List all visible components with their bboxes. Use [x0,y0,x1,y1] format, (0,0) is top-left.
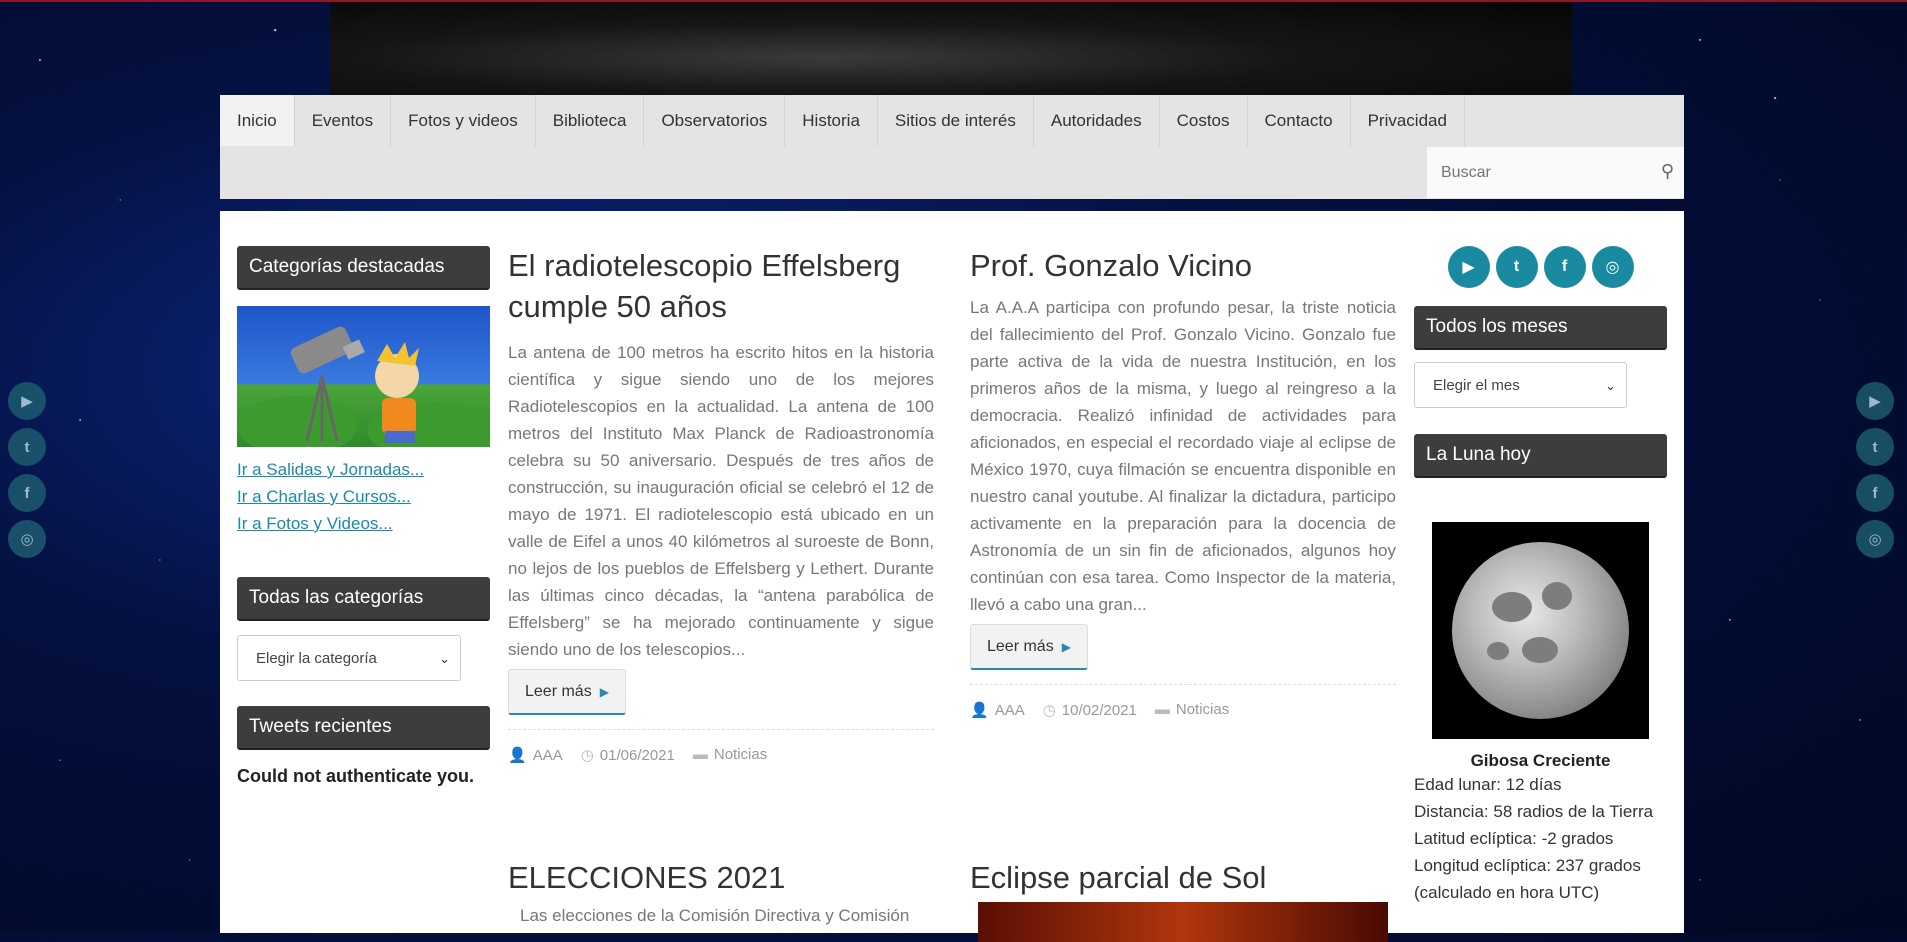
widget-title-months: Todos los meses [1414,306,1667,350]
page-wrapper: Inicio Eventos Fotos y videos Biblioteca… [220,95,1684,942]
post-meta: 👤 AAA ◷ 10/02/2021 ▬ Noticias [970,684,1396,719]
post-author[interactable]: AAA [995,702,1025,719]
instagram-icon[interactable]: ◎ [1591,246,1634,288]
link-fotos-videos[interactable]: Ir a Fotos y Videos... [237,510,490,537]
post-category[interactable]: Noticias [714,746,767,763]
floating-social-left: ▶ t f ◎ [8,382,46,558]
post-title[interactable]: Prof. Gonzalo Vicino [970,245,1396,286]
eclipse-thumbnail[interactable] [978,902,1388,942]
nav-item-biblioteca[interactable]: Biblioteca [536,95,645,146]
clock-icon: ◷ [580,747,594,764]
post-category[interactable]: Noticias [1176,701,1229,718]
post-excerpt: La A.A.A participa con profundo pesar, l… [970,298,1396,614]
read-more-button[interactable]: Leer más ▶ [970,624,1088,670]
post-article: Eclipse parcial de Sol [970,857,1396,942]
caret-right-icon: ▶ [1061,640,1071,654]
moon-latitude: Latitud eclíptica: -2 grados [1414,829,1614,848]
caret-right-icon: ▶ [599,685,609,699]
category-select-value: Elegir la categoría [256,650,377,667]
month-select-value: Elegir el mes [1433,377,1520,394]
nav-item-contacto[interactable]: Contacto [1248,95,1351,146]
post-date[interactable]: 01/06/2021 [600,747,675,764]
post-excerpt: Las elecciones de la Comisión Directiva … [520,906,910,925]
folder-icon: ▬ [1154,701,1170,718]
post-title[interactable]: Eclipse parcial de Sol [970,857,1396,898]
twitter-icon[interactable]: t [1856,428,1894,466]
moon-image [1432,522,1649,739]
post-author[interactable]: AAA [533,747,563,764]
post-title[interactable]: ELECCIONES 2021 [508,857,934,898]
social-links: ▶ t f ◎ [1414,246,1667,288]
post-excerpt: La antena de 100 metros ha escrito hitos… [508,343,934,659]
category-select[interactable]: Elegir la categoría ⌄ [237,635,461,681]
twitter-icon[interactable]: t [8,428,46,466]
nav-item-fotos-videos[interactable]: Fotos y videos [391,95,536,146]
moon-longitude: Longitud eclíptica: 237 grados [1414,856,1641,875]
post-article: El radiotelescopio Effelsberg cumple 50 … [508,245,934,764]
post-article: ELECCIONES 2021 Las elecciones de la Com… [508,857,934,929]
search-input[interactable] [1439,162,1653,183]
read-more-button[interactable]: Leer más ▶ [508,669,626,715]
moon-phase-name: Gibosa Creciente [1470,751,1611,770]
facebook-icon[interactable]: f [1543,246,1586,288]
telescope-illustration [237,326,490,447]
clock-icon: ◷ [1042,702,1056,719]
moon-distance: Distancia: 58 radios de la Tierra [1414,802,1654,821]
nav-item-costos[interactable]: Costos [1160,95,1248,146]
nav-item-sitios[interactable]: Sitios de interés [878,95,1034,146]
user-icon: 👤 [508,747,527,764]
telescope-kid-image[interactable] [237,306,490,447]
post-meta: 👤 AAA ◷ 01/06/2021 ▬ Noticias [508,729,934,764]
widget-title-tweets: Tweets recientes [237,706,490,750]
moon-utc-note: (calculado en hora UTC) [1414,883,1600,902]
moon-disc [1452,542,1629,719]
main-content: Categorías destacadas Ir a Salidas y Jor… [220,211,1684,942]
user-icon: 👤 [970,702,989,719]
facebook-icon[interactable]: f [8,474,46,512]
link-charlas-cursos[interactable]: Ir a Charlas y Cursos... [237,483,490,510]
nav-item-privacidad[interactable]: Privacidad [1351,95,1465,146]
search-icon[interactable]: ⚲ [1661,161,1674,182]
nav-item-historia[interactable]: Historia [785,95,878,146]
post-title[interactable]: El radiotelescopio Effelsberg cumple 50 … [508,245,934,327]
nav-item-observatorios[interactable]: Observatorios [644,95,786,146]
youtube-icon[interactable]: ▶ [1856,382,1894,420]
youtube-icon[interactable]: ▶ [8,382,46,420]
moon-info: Edad lunar: 12 días Distancia: 58 radios… [1414,771,1667,906]
chevron-down-icon: ⌄ [439,651,450,666]
month-select[interactable]: Elegir el mes ⌄ [1414,362,1627,408]
youtube-icon[interactable]: ▶ [1447,246,1490,288]
widget-title-moon: La Luna hoy [1414,434,1667,478]
facebook-icon[interactable]: f [1856,474,1894,512]
link-salidas-jornadas[interactable]: Ir a Salidas y Jornadas... [237,456,490,483]
nav-item-autoridades[interactable]: Autoridades [1034,95,1160,146]
left-sidebar: Categorías destacadas Ir a Salidas y Jor… [237,246,490,787]
right-sidebar: ▶ t f ◎ Todos los meses Elegir el mes ⌄ … [1414,246,1667,906]
search-box: ⚲ [1427,147,1684,198]
widget-title-all-categories: Todas las categorías [237,577,490,621]
main-nav: Inicio Eventos Fotos y videos Biblioteca… [220,95,1684,199]
nav-item-eventos[interactable]: Eventos [295,95,392,146]
floating-social-right: ▶ t f ◎ [1856,382,1894,558]
twitter-icon[interactable]: t [1495,246,1538,288]
post-article: Prof. Gonzalo Vicino La A.A.A participa … [970,245,1396,719]
instagram-icon[interactable]: ◎ [1856,520,1894,558]
instagram-icon[interactable]: ◎ [8,520,46,558]
post-date[interactable]: 10/02/2021 [1062,702,1137,719]
tweets-error-message: Could not authenticate you. [237,766,474,786]
header-banner-image [330,2,1572,95]
nav-item-inicio[interactable]: Inicio [220,95,295,146]
featured-links: Ir a Salidas y Jornadas... Ir a Charlas … [237,456,490,537]
moon-age: Edad lunar: 12 días [1414,775,1562,794]
widget-title-featured: Categorías destacadas [237,246,490,290]
folder-icon: ▬ [692,746,708,763]
chevron-down-icon: ⌄ [1605,378,1616,393]
